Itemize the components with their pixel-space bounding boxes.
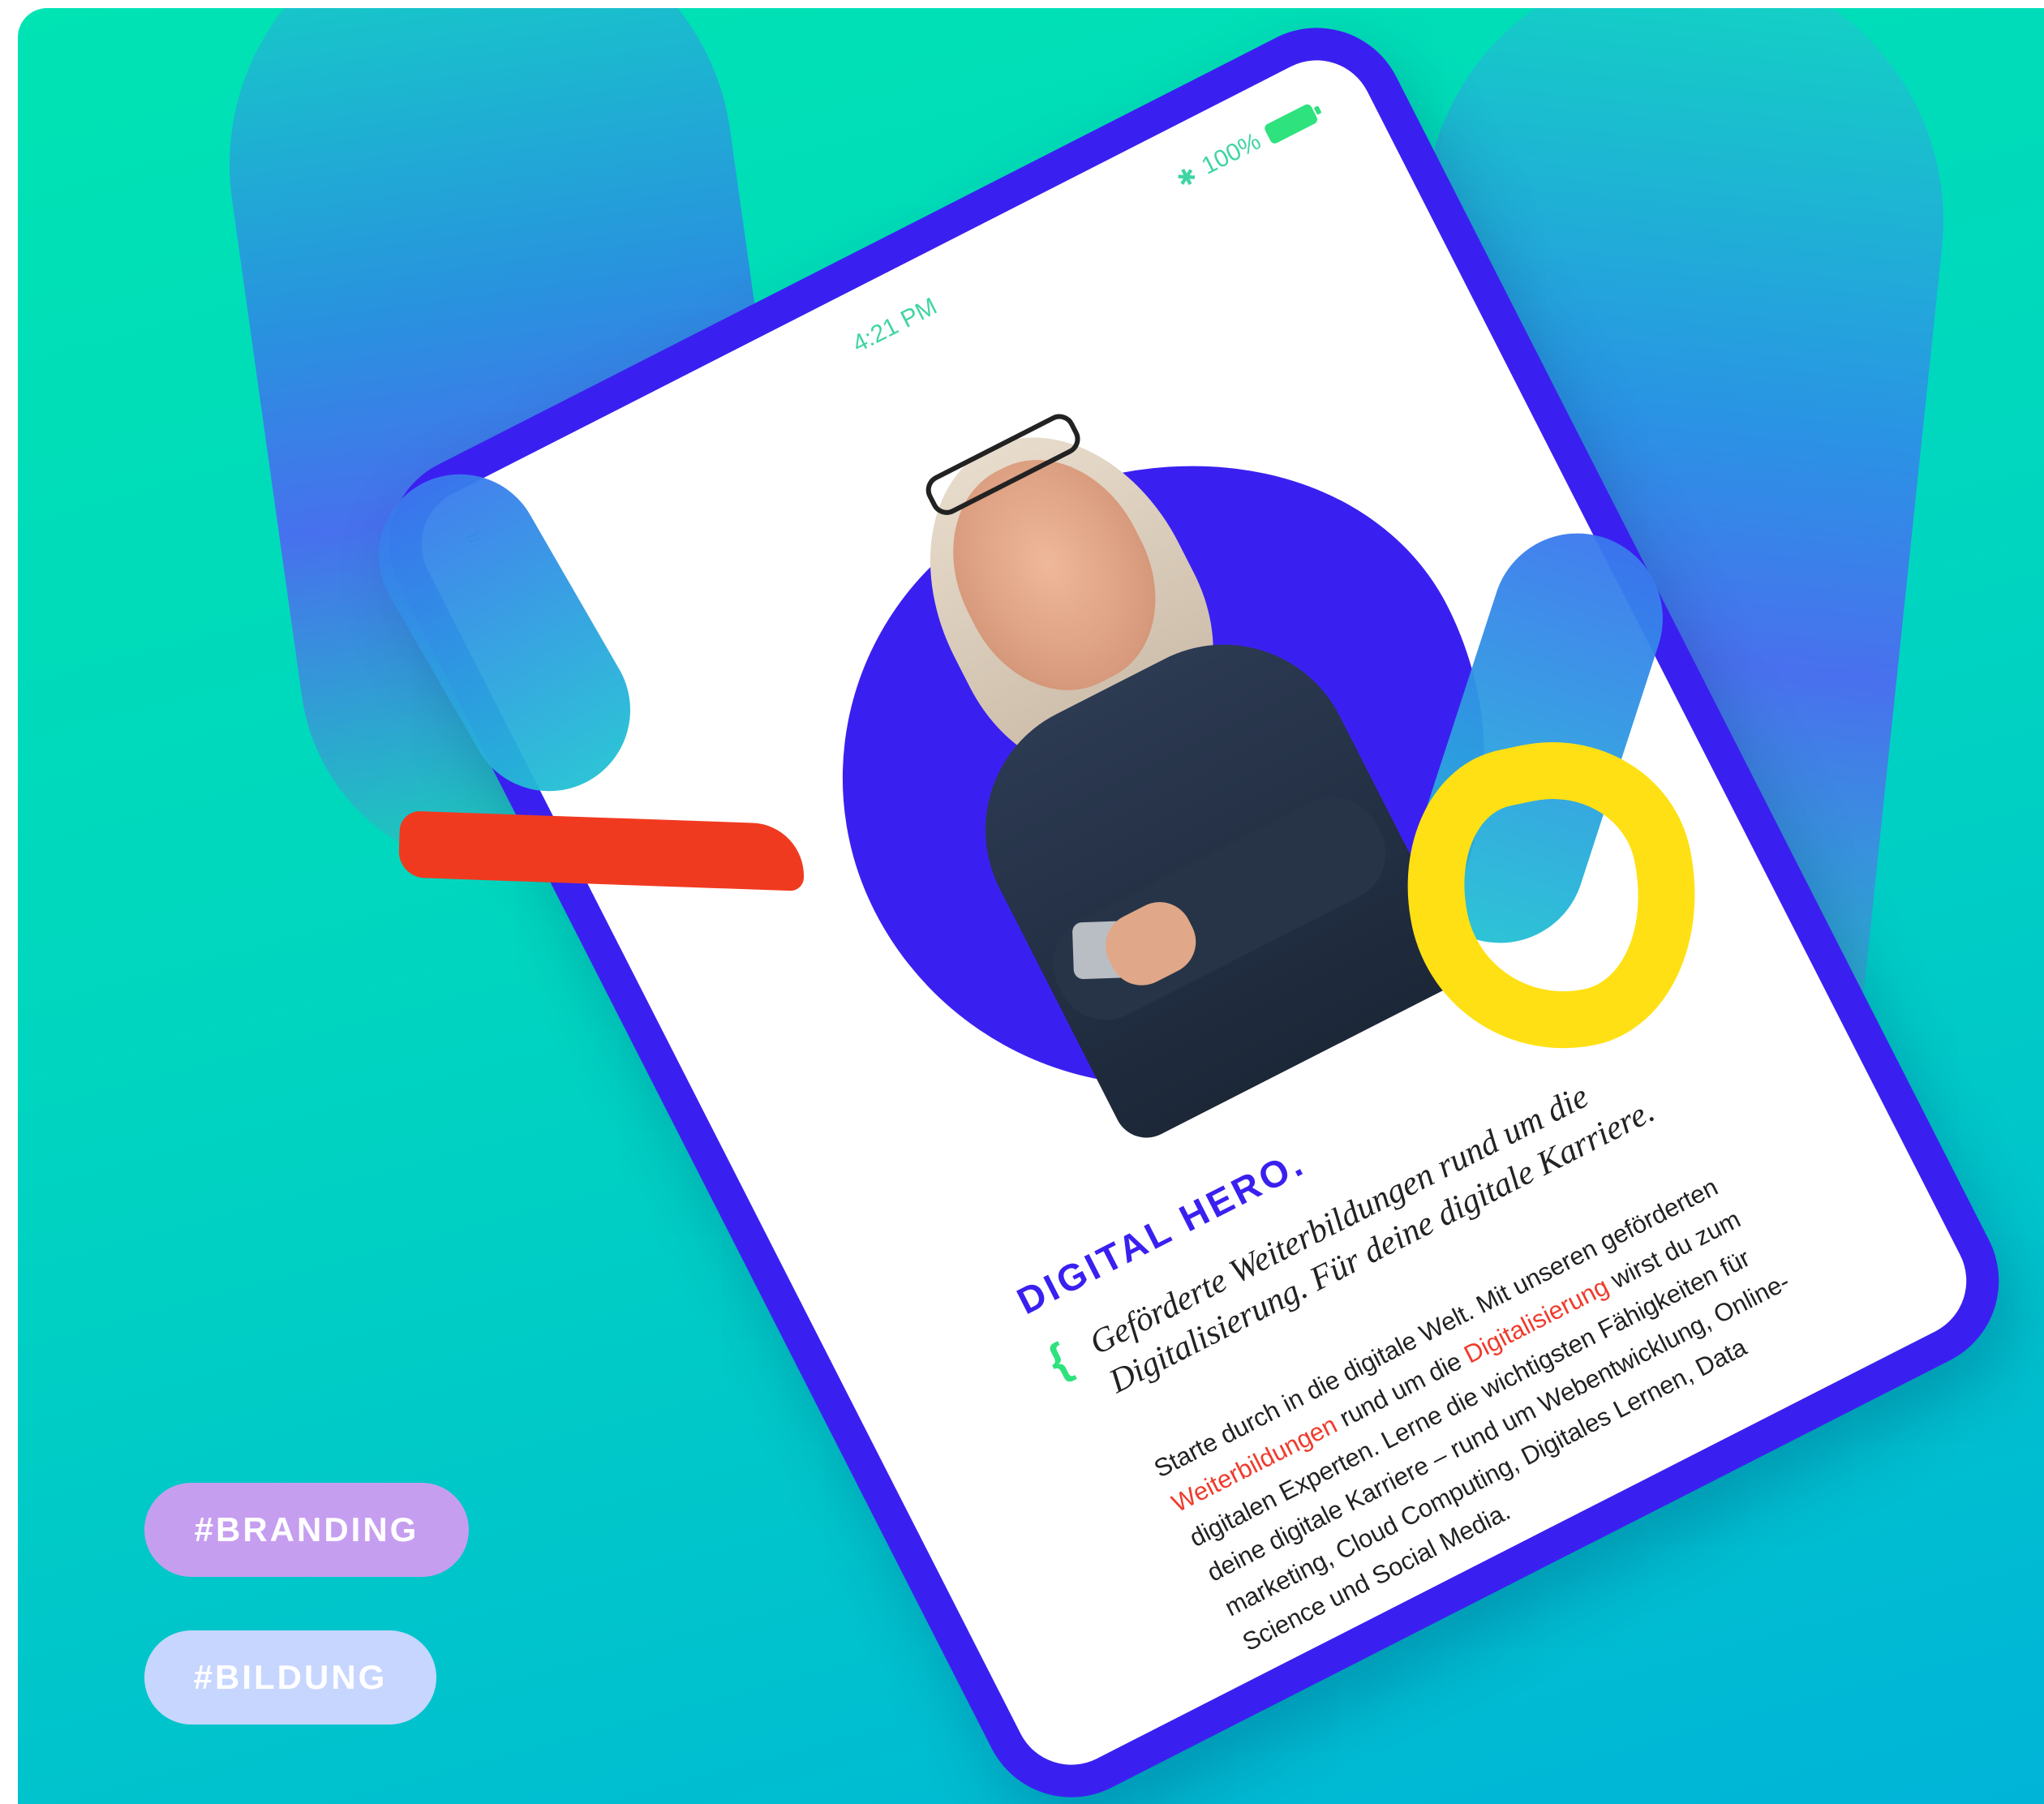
tag-branding[interactable]: #BRANDING (144, 1483, 469, 1577)
battery-text: 100% (1197, 127, 1265, 180)
red-brush-stroke (397, 810, 806, 891)
article-body: Starte durch in die digitale Welt. Mit u… (1147, 1150, 1849, 1662)
battery-icon (1263, 102, 1320, 145)
brace-close-icon: } (1260, 1659, 1299, 1713)
tag-bildung[interactable]: #BILDUNG (144, 1630, 436, 1725)
status-battery: ✱ 100% (1172, 100, 1320, 194)
hero-image: ≈ 4:21 PM ✱ 100% DIGITAL HERO. { Geför (18, 8, 2044, 1804)
brace-open-icon: { (1039, 1333, 1079, 1387)
